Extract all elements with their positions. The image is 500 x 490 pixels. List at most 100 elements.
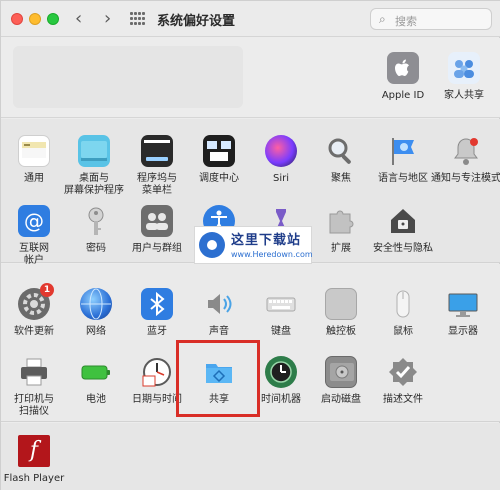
pane-startup-disk[interactable]: 启动磁盘 [309, 356, 373, 406]
family-icon [448, 52, 480, 84]
update-badge: 1 [40, 283, 54, 297]
window-title: 系统偏好设置 [157, 14, 236, 29]
pane-mission-control[interactable]: 调度中心 [187, 135, 251, 185]
pane-extensions[interactable]: 扩展 [309, 205, 373, 255]
pane-internet-accounts[interactable]: @ 互联网 帐户 [2, 205, 66, 267]
speaker-icon [203, 288, 235, 320]
pane-passwords[interactable]: 密码 [64, 205, 128, 255]
close-button[interactable] [11, 13, 23, 25]
pane-label: 打印机与 扫描仪 [14, 394, 54, 417]
pane-label: 电池 [86, 394, 106, 405]
pane-label: 桌面与 屏幕保护程序 [64, 173, 124, 196]
pane-language-region[interactable]: 语言与地区 [371, 135, 435, 185]
puzzle-icon [325, 205, 357, 237]
pane-label: 网络 [86, 326, 106, 337]
general-icon [18, 135, 50, 167]
pane-family-sharing[interactable]: 家人共享 [432, 52, 496, 102]
back-button[interactable]: ‹ [75, 9, 82, 29]
spotlight-icon [325, 135, 357, 167]
pane-label: 语言与地区 [378, 173, 428, 184]
pane-displays[interactable]: 显示器 [431, 288, 495, 338]
desktop-icon [78, 135, 110, 167]
flash-icon: f [18, 435, 50, 467]
printer-icon [18, 356, 50, 388]
clock-icon [141, 356, 173, 388]
pane-label: 软件更新 [14, 326, 54, 337]
pane-security-privacy[interactable]: 安全性与隐私 [371, 205, 435, 255]
pane-label: 家人共享 [444, 90, 484, 101]
key-icon [80, 205, 112, 237]
profile-card[interactable] [13, 46, 243, 108]
gear-icon: 1 [18, 283, 54, 320]
pane-battery[interactable]: 电池 [64, 356, 128, 406]
pane-flash-player[interactable]: f Flash Player [2, 435, 66, 485]
pane-apple-id[interactable]: Apple ID [371, 52, 435, 102]
pane-network[interactable]: 网络 [64, 288, 128, 338]
pane-label: 通知与专注模式 [431, 173, 500, 184]
pane-siri[interactable]: Siri [249, 135, 313, 185]
mouse-icon [387, 288, 419, 320]
search-field[interactable]: ⌕ 搜索 [370, 8, 492, 30]
pane-notifications-focus[interactable]: 通知与专注模式 [431, 135, 500, 185]
account-section: Apple ID 家人共享 [1, 38, 500, 118]
pane-mouse[interactable]: 鼠标 [371, 288, 435, 338]
keyboard-icon [265, 288, 297, 320]
pane-label: 调度中心 [199, 173, 239, 184]
pane-label: 聚焦 [331, 173, 351, 184]
at-icon: @ [18, 205, 50, 237]
pane-spotlight[interactable]: 聚焦 [309, 135, 373, 185]
trackpad-icon [325, 288, 357, 320]
pane-desktop-screensaver[interactable]: 桌面与 屏幕保护程序 [56, 135, 132, 197]
flag-icon [387, 135, 419, 167]
pane-label: 扩展 [331, 243, 351, 254]
dock-icon [141, 135, 173, 167]
bluetooth-icon [141, 288, 173, 320]
pane-label: 触控板 [326, 326, 356, 337]
search-icon: ⌕ [379, 12, 386, 26]
pane-label: 描述文件 [383, 394, 423, 405]
pane-dock-menubar[interactable]: 程序坞与 菜单栏 [125, 135, 189, 197]
pane-software-update[interactable]: 1 软件更新 [2, 283, 66, 338]
other-section: f Flash Player [1, 423, 500, 490]
search-placeholder: 搜索 [395, 15, 417, 28]
pane-trackpad[interactable]: 触控板 [309, 288, 373, 338]
bell-icon [450, 135, 482, 167]
forward-button[interactable]: › [104, 9, 111, 29]
flash-glyph: f [29, 438, 39, 463]
pane-label: Flash Player [3, 473, 65, 484]
pane-label: 键盘 [271, 326, 291, 337]
disk-icon [325, 356, 357, 388]
battery-icon [80, 356, 112, 388]
pane-label: 安全性与隐私 [373, 243, 433, 254]
pane-sound[interactable]: 声音 [187, 288, 251, 338]
watermark-logo [199, 232, 225, 258]
system-preferences-window: ‹ › 系统偏好设置 ⌕ 搜索 Apple ID 家人共享 通用 桌面与 屏幕保… [0, 0, 500, 490]
highlight-box [176, 340, 260, 417]
pane-keyboard[interactable]: 键盘 [249, 288, 313, 338]
pane-label: 程序坞与 菜单栏 [137, 173, 177, 196]
users-icon [141, 205, 173, 237]
watermark-title: 这里下载站 [231, 233, 302, 248]
pane-label: 鼠标 [393, 326, 413, 337]
checkmark-badge-icon [387, 356, 419, 388]
title-bar: ‹ › 系统偏好设置 ⌕ 搜索 [1, 1, 500, 37]
pane-label: Siri [272, 173, 289, 184]
globe-icon [80, 288, 112, 320]
display-icon [447, 288, 479, 320]
show-all-grid-icon[interactable] [130, 12, 146, 26]
svg-text:@: @ [24, 209, 44, 233]
watermark: 这里下载站 www.Heredown.com [194, 226, 313, 264]
pane-users-groups[interactable]: 用户与群组 [125, 205, 189, 255]
house-lock-icon [387, 205, 419, 237]
pane-label: 显示器 [448, 326, 478, 337]
pane-profiles[interactable]: 描述文件 [371, 356, 435, 406]
siri-icon [265, 135, 297, 167]
minimize-button[interactable] [29, 13, 41, 25]
watermark-url: www.Heredown.com [231, 250, 313, 259]
apple-icon [387, 52, 419, 84]
pane-label: Apple ID [381, 90, 425, 101]
zoom-button[interactable] [47, 13, 59, 25]
pane-printers-scanners[interactable]: 打印机与 扫描仪 [2, 356, 66, 418]
pane-label: 启动磁盘 [321, 394, 361, 405]
pane-bluetooth[interactable]: 蓝牙 [125, 288, 189, 338]
